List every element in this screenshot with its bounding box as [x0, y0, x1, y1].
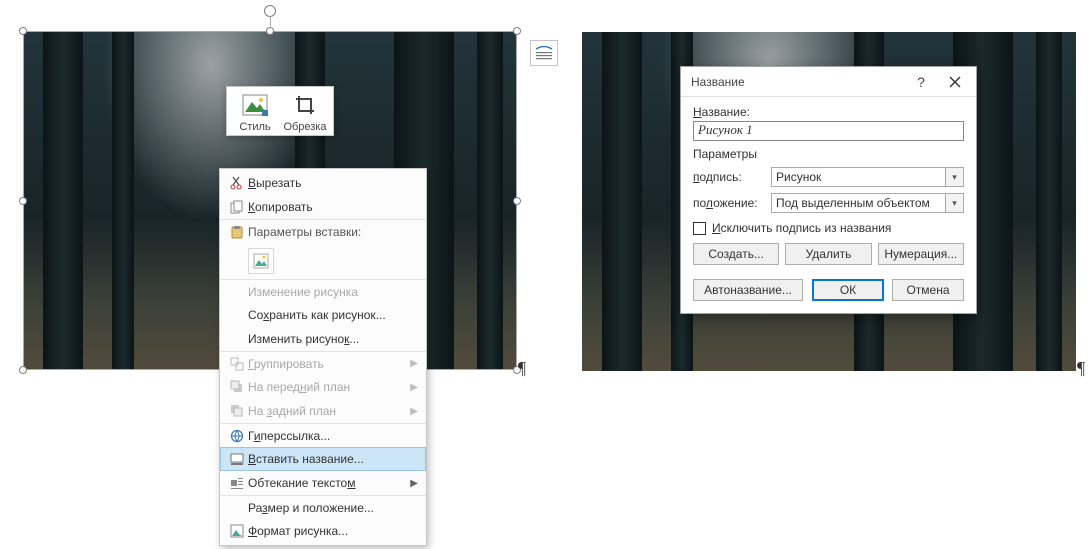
- caption-icon: [226, 452, 248, 466]
- btn-label: ОК: [840, 283, 856, 297]
- combo-kind[interactable]: Рисунок ▾: [771, 167, 964, 187]
- menu-paste-header: Параметры вставки:: [220, 219, 426, 243]
- send-back-icon: [226, 404, 248, 418]
- menu-label: На передний план: [248, 380, 408, 394]
- combo-position[interactable]: Под выделенным объектом ▾: [771, 193, 964, 213]
- caption-dialog: Название ? Название: Рисунок 1 Параметры…: [680, 66, 977, 314]
- chevron-down-icon[interactable]: ▾: [946, 167, 964, 187]
- style-button[interactable]: Стиль: [233, 91, 277, 133]
- btn-label: Отмена: [906, 283, 949, 297]
- delete-button[interactable]: Удалить: [785, 243, 871, 265]
- menu-label: Обтекание текстом: [248, 476, 408, 490]
- menu-label: Копировать: [248, 200, 418, 214]
- menu-label: Гиперссылка...: [248, 429, 418, 443]
- menu-edit-image[interactable]: Изменить рисунок...: [220, 327, 426, 351]
- style-label: Стиль: [239, 121, 270, 133]
- group-icon: [226, 357, 248, 371]
- params-section-label: Параметры: [693, 147, 964, 161]
- chevron-down-icon[interactable]: ▾: [946, 193, 964, 213]
- resize-handle[interactable]: [513, 27, 521, 35]
- caption-field[interactable]: Рисунок 1: [693, 121, 964, 141]
- ok-button[interactable]: ОК: [812, 279, 884, 301]
- menu-text-wrap[interactable]: Обтекание текстом▶: [220, 471, 426, 495]
- caption-field-label: Название:: [693, 105, 964, 119]
- paste-option-picture[interactable]: [248, 248, 274, 274]
- menu-group: Группировать▶: [220, 351, 426, 375]
- wrap-icon: [226, 476, 248, 490]
- btn-label: Автоназвание...: [704, 283, 792, 297]
- menu-send-back: На задний план▶: [220, 399, 426, 423]
- combo-value: Рисунок: [771, 167, 946, 187]
- context-menu: Вырезать Копировать Параметры вставки: И…: [219, 168, 427, 546]
- format-picture-icon: [226, 524, 248, 538]
- menu-format-picture[interactable]: Формат рисунка...: [220, 519, 426, 543]
- menu-label: Изменить рисунок...: [248, 332, 418, 346]
- dialog-title: Название: [691, 75, 904, 89]
- menu-insert-caption[interactable]: Вставить название...: [220, 447, 426, 471]
- menu-label: Размер и положение...: [248, 501, 418, 515]
- picture-style-icon: [235, 91, 275, 119]
- combo-value: Под выделенным объектом: [771, 193, 946, 213]
- btn-label: Удалить: [806, 247, 852, 261]
- paste-icon: [226, 225, 248, 239]
- menu-change-image: Изменение рисунка: [220, 279, 426, 303]
- menu-label: Изменение рисунка: [248, 285, 418, 299]
- menu-cut[interactable]: Вырезать: [220, 171, 426, 195]
- layout-options-icon: [535, 46, 553, 60]
- label-kind: подпись:: [693, 170, 771, 184]
- create-button[interactable]: Создать...: [693, 243, 779, 265]
- menu-copy[interactable]: Копировать: [220, 195, 426, 219]
- btn-label: Нумерация...: [884, 247, 957, 261]
- help-button[interactable]: ?: [904, 70, 938, 94]
- autocaption-button[interactable]: Автоназвание...: [693, 279, 803, 301]
- pilcrow-mark: ¶: [518, 358, 526, 379]
- resize-handle[interactable]: [513, 197, 521, 205]
- crop-label: Обрезка: [283, 121, 326, 133]
- hyperlink-icon: [226, 429, 248, 443]
- mini-toolbar: Стиль Обрезка: [226, 86, 334, 136]
- bring-front-icon: [226, 380, 248, 394]
- cancel-button[interactable]: Отмена: [892, 279, 964, 301]
- menu-label: Группировать: [248, 357, 408, 371]
- resize-handle[interactable]: [19, 197, 27, 205]
- resize-handle[interactable]: [19, 366, 27, 374]
- pilcrow-mark: ¶: [1077, 358, 1085, 379]
- menu-label: Вставить название...: [248, 452, 418, 466]
- checkbox-icon[interactable]: [693, 222, 706, 235]
- menu-bring-front: На передний план▶: [220, 375, 426, 399]
- menu-size-position[interactable]: Размер и положение...: [220, 495, 426, 519]
- rotate-handle[interactable]: [264, 5, 276, 17]
- btn-label: Создать...: [708, 247, 764, 261]
- menu-label: На задний план: [248, 404, 408, 418]
- exclude-checkbox-row[interactable]: Исключить подпись из названия: [693, 221, 964, 235]
- numbering-button[interactable]: Нумерация...: [878, 243, 964, 265]
- cut-icon: [226, 176, 248, 190]
- menu-label: Вырезать: [248, 176, 418, 190]
- layout-options-button[interactable]: [530, 40, 558, 66]
- menu-label: Параметры вставки:: [248, 225, 418, 239]
- crop-icon: [285, 91, 325, 119]
- resize-handle[interactable]: [19, 27, 27, 35]
- crop-button[interactable]: Обрезка: [283, 91, 327, 133]
- menu-hyperlink[interactable]: Гиперссылка...: [220, 423, 426, 447]
- resize-handle[interactable]: [266, 27, 274, 35]
- close-button[interactable]: [938, 70, 972, 94]
- dialog-titlebar[interactable]: Название ?: [681, 67, 976, 97]
- menu-label: Сохранить как рисунок...: [248, 308, 418, 322]
- label-position: положение:: [693, 196, 771, 210]
- close-icon: [949, 76, 961, 88]
- exclude-label: Исключить подпись из названия: [712, 221, 891, 235]
- menu-save-as-image[interactable]: Сохранить как рисунок...: [220, 303, 426, 327]
- menu-label: Формат рисунка...: [248, 524, 418, 538]
- menu-paste-options: [220, 243, 426, 279]
- copy-icon: [226, 200, 248, 214]
